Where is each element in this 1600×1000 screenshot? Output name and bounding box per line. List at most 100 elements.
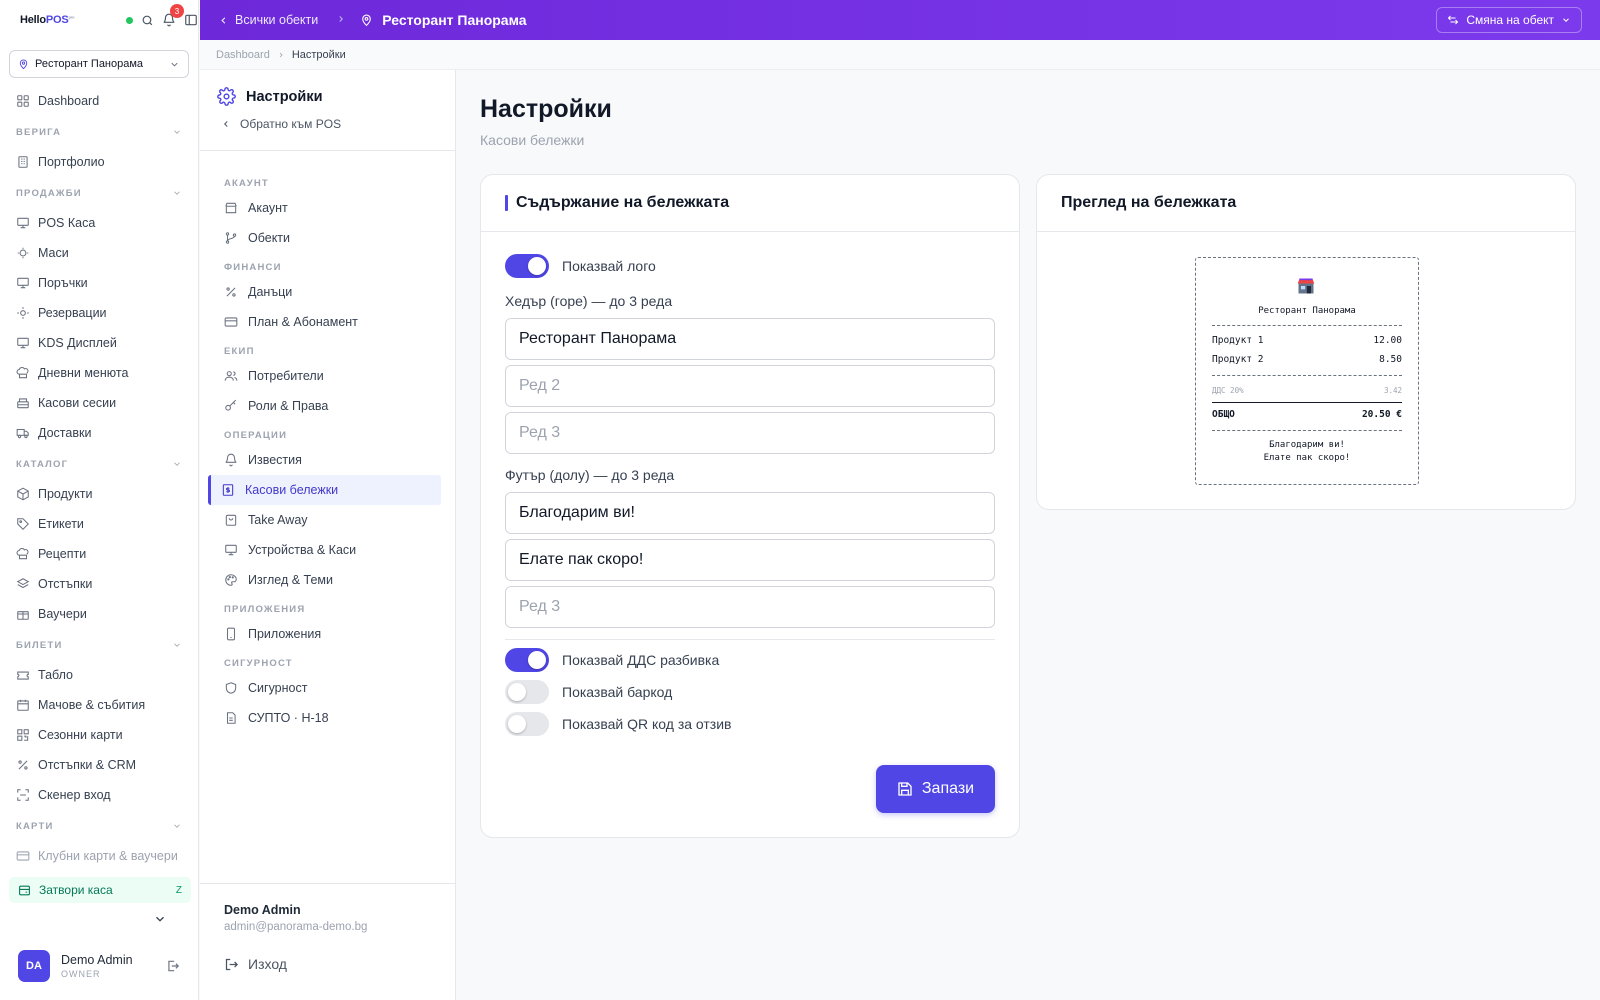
store-logo-icon bbox=[1296, 276, 1316, 300]
nav-item-tables[interactable]: Маси bbox=[0, 238, 198, 268]
nav-item-dashboard[interactable]: Dashboard bbox=[0, 86, 198, 116]
store-icon bbox=[225, 202, 237, 214]
footer-line-3-input[interactable] bbox=[505, 586, 995, 628]
logout-icon[interactable] bbox=[166, 959, 180, 973]
building-icon bbox=[18, 156, 28, 168]
settings-item-supto[interactable]: СУПТО · Н-18 bbox=[200, 703, 455, 733]
nav-item-ticket-board[interactable]: Табло bbox=[0, 660, 198, 690]
monitor-icon bbox=[17, 337, 29, 349]
receipt-content-card-title: Съдържание на бележката bbox=[481, 175, 1019, 232]
settings-item-taxes[interactable]: Данъци bbox=[200, 277, 455, 307]
nav-item-kds[interactable]: KDS Дисплей bbox=[0, 328, 198, 358]
settings-item-account[interactable]: Акаунт bbox=[200, 193, 455, 223]
nav-section-cards[interactable]: КАРТИ bbox=[0, 811, 198, 841]
nav-item-deliveries[interactable]: Доставки bbox=[0, 418, 198, 448]
receipt-total-row: ОБЩО 20.50 € bbox=[1212, 409, 1402, 420]
nav-item-discounts-crm[interactable]: Отстъпки & CRM bbox=[0, 750, 198, 780]
nav-item-till-sessions[interactable]: Касови сесии bbox=[0, 388, 198, 418]
show-vat-toggle[interactable] bbox=[505, 648, 549, 672]
chevron-down-icon bbox=[174, 643, 180, 647]
settings-item-roles[interactable]: Роли & Права bbox=[200, 391, 455, 421]
footer-line-1-input[interactable] bbox=[505, 492, 995, 534]
footer-line-2-input[interactable] bbox=[505, 539, 995, 581]
users-icon bbox=[224, 371, 238, 381]
receipt-icon bbox=[222, 484, 234, 496]
monitor-icon bbox=[17, 277, 29, 289]
credit-card-icon bbox=[224, 317, 238, 327]
nav-item-discounts[interactable]: Отстъпки bbox=[0, 569, 198, 599]
back-to-pos-link[interactable]: Обратно към POS bbox=[217, 117, 455, 131]
nav-section-catalog[interactable]: КАТАЛОГ bbox=[0, 449, 198, 479]
nav-section-sales[interactable]: ПРОДАЖБИ bbox=[0, 178, 198, 208]
settings-item-users[interactable]: Потребители bbox=[200, 361, 455, 391]
divider bbox=[505, 639, 995, 640]
sidebar-toggle-icon[interactable] bbox=[184, 13, 198, 27]
close-till-button[interactable]: Затвори каса Z bbox=[9, 877, 191, 903]
receipt-preview-card-title: Преглед на бележката bbox=[1037, 175, 1575, 232]
settings-item-venues[interactable]: Обекти bbox=[200, 223, 455, 253]
receipt-store-name: Ресторант Панорама bbox=[1258, 306, 1356, 316]
app-logo[interactable]: HelloPOSpro bbox=[20, 14, 75, 26]
all-venues-back-link[interactable]: Всички обекти bbox=[218, 13, 318, 27]
header-line-1-input[interactable] bbox=[505, 318, 995, 360]
chevron-left-icon bbox=[221, 16, 226, 24]
nav-item-labels[interactable]: Етикети bbox=[0, 509, 198, 539]
settings-item-themes[interactable]: Изглед & Теми bbox=[200, 565, 455, 595]
nav-section-tickets[interactable]: БИЛЕТИ bbox=[0, 630, 198, 660]
settings-item-apps[interactable]: Приложения bbox=[200, 619, 455, 649]
notifications-bell-icon[interactable]: 3 bbox=[162, 4, 184, 27]
settings-item-notifications[interactable]: Известия bbox=[200, 445, 455, 475]
nav-item-daily-menus[interactable]: Дневни менюта bbox=[0, 358, 198, 388]
venue-select-value: Ресторант Панорама bbox=[35, 58, 144, 70]
search-icon[interactable] bbox=[141, 14, 154, 27]
nav-item-pos[interactable]: POS Каса bbox=[0, 208, 198, 238]
nav-item-entry-scanner[interactable]: Скенер вход bbox=[0, 780, 198, 810]
settings-section-account: АКАУНТ bbox=[224, 177, 269, 189]
expand-chevron-icon[interactable] bbox=[153, 912, 167, 926]
show-logo-toggle[interactable] bbox=[505, 254, 549, 278]
show-barcode-toggle[interactable] bbox=[505, 680, 549, 704]
venue-select[interactable]: Ресторант Панорама bbox=[9, 50, 189, 78]
nav-item-club-cards[interactable]: Клубни карти & ваучери bbox=[0, 841, 198, 871]
show-qr-toggle[interactable] bbox=[505, 712, 549, 736]
nav-section-chain[interactable]: ВЕРИГА bbox=[0, 117, 198, 147]
breadcrumb-current: Настройки bbox=[291, 48, 346, 61]
settings-item-plan[interactable]: План & Абонамент bbox=[200, 307, 455, 337]
sun-icon bbox=[17, 307, 29, 319]
page-title: Настройки bbox=[480, 95, 612, 123]
nav-item-orders[interactable]: Поръчки bbox=[0, 268, 198, 298]
nav-item-portfolio[interactable]: Портфолио bbox=[0, 147, 198, 177]
register-icon bbox=[17, 398, 29, 409]
settings-item-take-away[interactable]: Take Away bbox=[200, 505, 455, 535]
breadcrumb-dashboard-link[interactable]: Dashboard bbox=[216, 49, 270, 61]
nav-item-reservations[interactable]: Резервации bbox=[0, 298, 198, 328]
nav-item-season-cards[interactable]: Сезонни карти bbox=[0, 720, 198, 750]
receipt-item-row: Продукт 2 8.50 bbox=[1212, 354, 1402, 365]
nav-item-products[interactable]: Продукти bbox=[0, 479, 198, 509]
save-button[interactable]: Запази bbox=[876, 765, 995, 813]
all-venues-label: Всички обекти bbox=[235, 13, 319, 27]
chevron-down-icon bbox=[174, 462, 180, 466]
user-role: OWNER bbox=[61, 969, 101, 979]
logout-button[interactable]: Изход bbox=[224, 956, 455, 972]
nav-item-recipes[interactable]: Рецепти bbox=[0, 539, 198, 569]
dashboard-grid-icon bbox=[17, 95, 29, 107]
settings-item-devices[interactable]: Устройства & Каси bbox=[200, 535, 455, 565]
nav-item-matches-events[interactable]: Мачове & събития bbox=[0, 690, 198, 720]
notification-count-badge: 3 bbox=[170, 4, 184, 18]
nav-item-vouchers[interactable]: Ваучери bbox=[0, 599, 198, 629]
switch-venue-button[interactable]: Смяна на обект bbox=[1436, 7, 1582, 33]
chevron-down-icon bbox=[174, 130, 180, 134]
settings-item-receipts[interactable]: Касови бележки bbox=[208, 475, 441, 505]
settings-title: Настройки bbox=[217, 87, 455, 106]
receipt-item-row: Продукт 1 12.00 bbox=[1212, 335, 1402, 346]
settings-item-security[interactable]: Сигурност bbox=[200, 673, 455, 703]
monitor-icon bbox=[17, 217, 29, 229]
header-line-3-input[interactable] bbox=[505, 412, 995, 454]
main-sidebar: HelloPOSpro 3 Ресторант Панорама Dashboa… bbox=[0, 0, 199, 1000]
chevron-down-icon bbox=[171, 62, 178, 67]
user-profile[interactable]: DA Demo Admin OWNER bbox=[18, 950, 180, 982]
receipt-divider bbox=[1212, 325, 1402, 326]
header-line-2-input[interactable] bbox=[505, 365, 995, 407]
location-pin-icon bbox=[362, 14, 372, 26]
